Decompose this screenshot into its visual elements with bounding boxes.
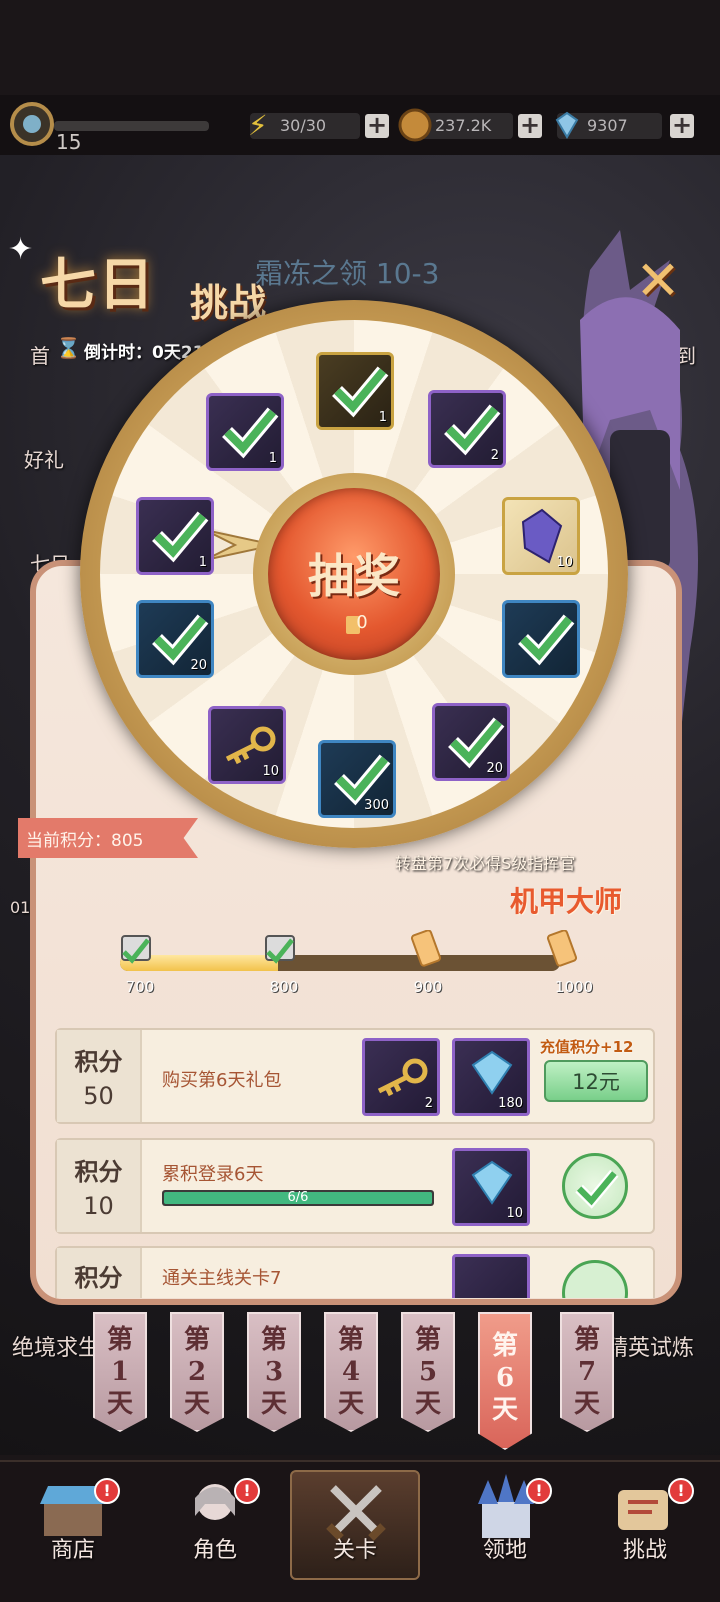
- gold-value: 237.2K: [435, 116, 492, 135]
- diamond-icon: [555, 111, 579, 139]
- day-tab-label: 第7天: [573, 1325, 600, 1419]
- wheel-item-purple-crystal: 10: [502, 497, 580, 575]
- task-score-value: 50: [83, 1082, 114, 1110]
- task-row-clip: 积分 通关主线关卡7: [55, 1246, 655, 1298]
- energy-icon: ⚡: [248, 109, 268, 142]
- diamond-add-button[interactable]: +: [670, 113, 694, 138]
- key-icon: [225, 726, 276, 765]
- nav-character-label: 角色: [192, 1538, 237, 1563]
- reward-diamond: [452, 1254, 530, 1298]
- wheel-hint: 转盘第7次必得S级指挥官: [395, 854, 576, 873]
- side-label-gift[interactable]: 好礼: [24, 444, 64, 473]
- day-tab-label: 第4天: [337, 1325, 364, 1419]
- wheel-item-chest: [502, 600, 580, 678]
- wheel-item-hero-card: 1: [316, 352, 394, 430]
- task-title: 通关主线关卡7: [162, 1268, 282, 1289]
- task-score-label: 积分: [74, 1048, 123, 1076]
- side-label-01: 01: [10, 898, 31, 917]
- day-tab-label: 第3天: [260, 1325, 287, 1419]
- sparkle-icon: ✦: [8, 232, 34, 267]
- milestone-chest-icon[interactable]: [118, 930, 154, 970]
- key-icon: [377, 1058, 428, 1097]
- task-progress-text: 6/6: [287, 1190, 309, 1205]
- milestone-ticket-icon[interactable]: [408, 930, 444, 970]
- nav-territory-badge: !: [526, 1478, 552, 1504]
- nav-shop-label: 商店: [50, 1538, 95, 1563]
- diamond-icon: [471, 1160, 513, 1205]
- diamond-icon: [471, 1050, 513, 1095]
- reward-key: 2: [362, 1038, 440, 1116]
- wheel-item-cake: 20: [432, 703, 510, 781]
- milestone-chest-icon[interactable]: [262, 930, 298, 970]
- nav-shop-badge: !: [94, 1478, 120, 1504]
- claimed-check-icon: [562, 1153, 628, 1219]
- gold-add-button[interactable]: +: [518, 113, 542, 138]
- mode-elite-label[interactable]: 精英试炼: [606, 1330, 694, 1362]
- wheel-item-green-chest: 20: [136, 600, 214, 678]
- milestone-label: 700: [125, 978, 155, 996]
- milestone-label: 800: [269, 978, 299, 996]
- current-score: 当前积分：805: [26, 831, 144, 851]
- side-label-first[interactable]: 首: [30, 340, 50, 369]
- task-title: 累积登录6天: [162, 1164, 264, 1185]
- day-tab-label: 第6天: [491, 1331, 518, 1425]
- mode-survival-label[interactable]: 绝境求生: [12, 1330, 100, 1362]
- milestone-label: 900: [413, 978, 443, 996]
- level-emblem-icon: [10, 102, 54, 146]
- task-score-label: 积分: [74, 1158, 123, 1186]
- bonus-label: 充值积分+12: [540, 1038, 634, 1056]
- wheel-item-coin: 2: [428, 390, 506, 468]
- player-level: 15: [56, 130, 82, 154]
- reward-diamond: 180: [452, 1038, 530, 1116]
- draw-button-label: 抽奖: [308, 549, 400, 603]
- milestone-label: 1000: [554, 978, 594, 996]
- task-title: 购买第6天礼包: [162, 1070, 282, 1091]
- diamond-value: 9307: [587, 116, 628, 135]
- nav-challenge-label: 挑战: [622, 1538, 667, 1563]
- day-tab-label: 第5天: [414, 1325, 441, 1419]
- gold-coin-icon: [398, 108, 432, 142]
- hero-name: 机甲大师: [510, 885, 623, 918]
- energy-add-button[interactable]: +: [365, 113, 389, 138]
- wheel-item-blue-item: 300: [318, 740, 396, 818]
- stage-title: 霜冻之领 10-3: [255, 257, 440, 290]
- buy-button[interactable]: 12元: [544, 1060, 648, 1102]
- day-tab-label: 第2天: [183, 1325, 210, 1419]
- hourglass-icon: ⌛: [56, 336, 81, 360]
- milestone-ticket-icon[interactable]: [544, 930, 580, 970]
- wheel-item-ticket: 1: [206, 393, 284, 471]
- energy-value: 30/30: [280, 116, 327, 135]
- reward-diamond: 10: [452, 1148, 530, 1226]
- task-score-value: 10: [83, 1192, 114, 1220]
- nav-stage-label: 关卡: [332, 1538, 377, 1563]
- nav-challenge-badge: !: [668, 1478, 694, 1504]
- task-score-label: 积分: [74, 1264, 123, 1292]
- wheel-item-hero-card-2: 1: [136, 497, 214, 575]
- nav-character-badge: !: [234, 1478, 260, 1504]
- ticket-count: 0: [356, 612, 368, 633]
- day-tab-label: 第1天: [106, 1325, 133, 1419]
- wheel-item-key: 10: [208, 706, 286, 784]
- close-icon[interactable]: ✕: [630, 254, 686, 311]
- check-icon: [575, 1169, 619, 1209]
- nav-territory-label: 领地: [482, 1538, 527, 1563]
- event-title: 七日: [40, 252, 156, 318]
- check-icon: [518, 614, 575, 666]
